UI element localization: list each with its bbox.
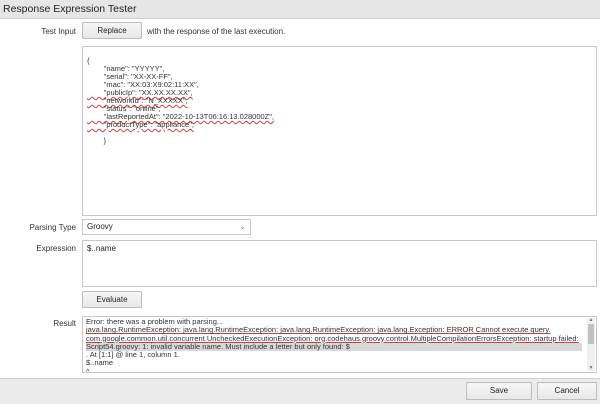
parsing-type-value: Groovy (87, 222, 113, 231)
result-line: java.lang.RuntimeException: java.lang.Ru… (86, 326, 551, 335)
window-title: Response Expression Tester (0, 0, 600, 19)
json-line: "productType": "appliance", (87, 120, 194, 129)
cancel-button[interactable]: Cancel (537, 382, 597, 400)
result-line: ^ (86, 367, 90, 373)
result-line: . At [1:1] @ line 1, column 1. (86, 351, 180, 360)
save-button[interactable]: Save (466, 382, 532, 400)
test-input-textarea[interactable]: { "name": "YYYYY", "serial": "XX-XX-FF",… (82, 46, 597, 216)
test-input-label: Test Input (41, 27, 76, 36)
scroll-thumb[interactable] (588, 324, 594, 344)
expression-value: $..name (87, 244, 116, 253)
expression-input[interactable]: $..name (82, 240, 597, 287)
expression-label: Expression (36, 244, 76, 253)
result-line: $..name (86, 359, 114, 368)
replace-button[interactable]: Replace (82, 22, 142, 39)
scroll-down-icon[interactable]: ▼ (588, 366, 594, 371)
scroll-up-icon[interactable]: ▲ (588, 318, 594, 323)
parsing-type-label: Parsing Type (29, 223, 76, 232)
json-line: } (87, 136, 107, 145)
json-line: "networkId": "N_XXXXX", (87, 96, 188, 105)
evaluate-button[interactable]: Evaluate (82, 291, 142, 308)
json-line (87, 129, 596, 137)
result-textarea[interactable]: Error: there was a problem with parsing.… (82, 316, 597, 373)
result-label: Result (53, 319, 76, 328)
parsing-type-select[interactable]: Groovy ⌄ (82, 219, 251, 235)
result-scrollbar[interactable]: ▲ ▼ (587, 318, 595, 371)
result-line: Error: there was a problem with parsing.… (86, 318, 224, 326)
result-line: Script54.groovy: 1: invalid variable nam… (86, 342, 582, 352)
replace-hint: with the response of the last execution. (147, 27, 286, 36)
chevron-down-icon: ⌄ (239, 222, 246, 231)
result-line: com.google.common.util.concurrent.Unchec… (86, 334, 579, 343)
